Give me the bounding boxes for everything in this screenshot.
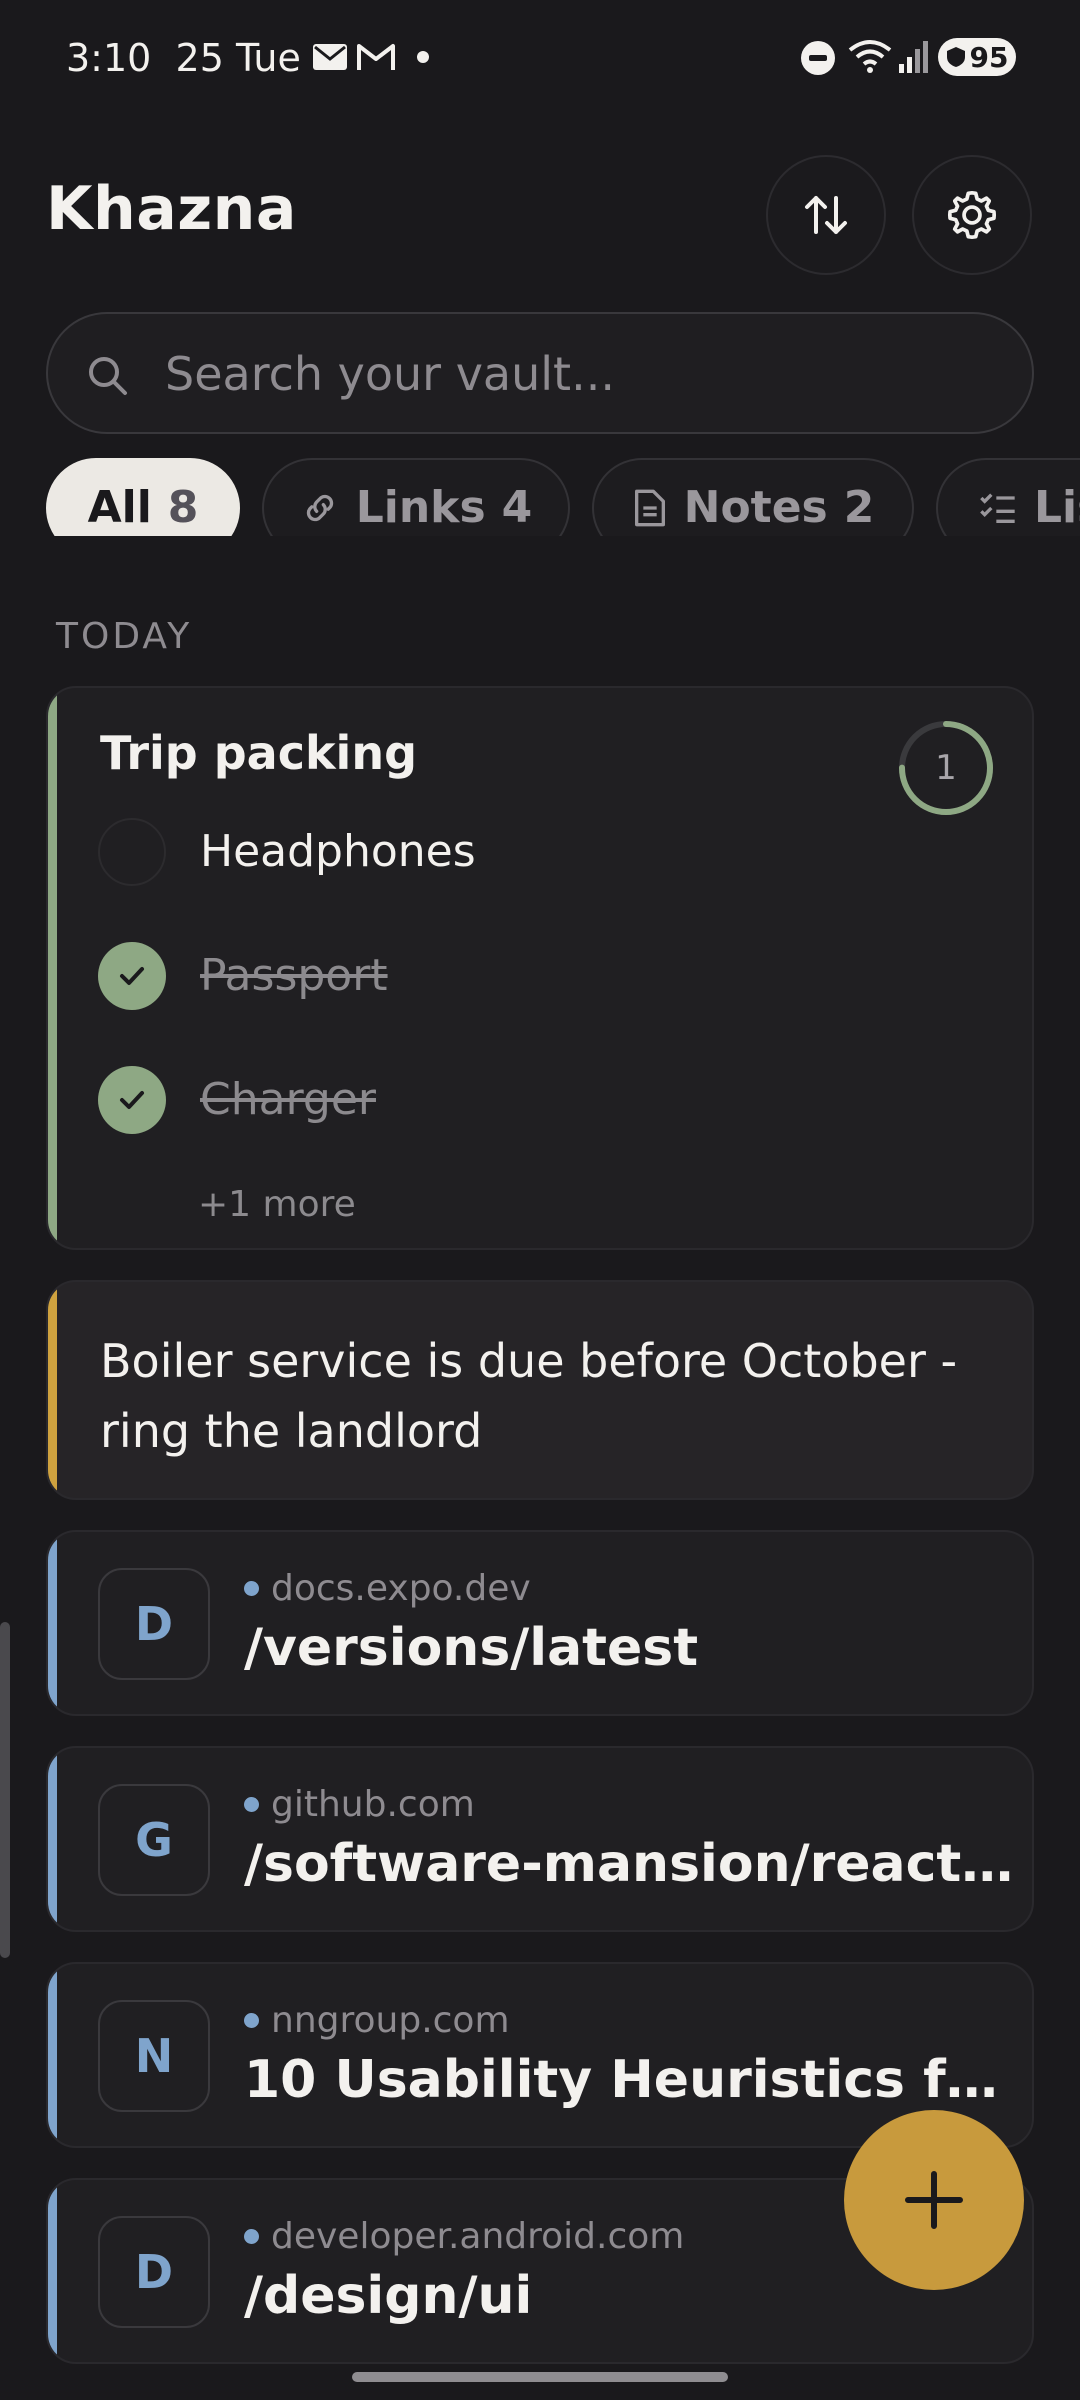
dot-icon [244, 2229, 259, 2244]
checklist-item[interactable]: Headphones [98, 818, 898, 888]
section-label-today: TODAY [56, 616, 193, 657]
filter-chip-links[interactable]: Links 4 [262, 458, 570, 536]
card-accent-bar [48, 2180, 57, 2362]
chip-label: Lists [1034, 482, 1080, 533]
checkbox-checked[interactable] [98, 942, 166, 1010]
page-title: Khazna [46, 174, 297, 244]
status-time: 3:10 25 Tue [66, 36, 301, 80]
scrollbar[interactable] [0, 1622, 10, 1958]
link-path: 10 Usability Heuristics for User Interfa… [244, 2050, 1014, 2110]
link-icon [306, 494, 333, 522]
item-label: Charger [200, 1074, 376, 1125]
card-accent-bar [48, 1282, 57, 1498]
plus-icon [905, 2171, 963, 2229]
more-items-link[interactable]: +1 more [198, 1184, 356, 1225]
link-card[interactable]: D docs.expo.dev /versions/latest [46, 1530, 1034, 1716]
chip-label: Links [355, 482, 486, 533]
site-avatar: D [98, 1568, 210, 1680]
battery-icon: 95 [938, 38, 1016, 76]
chip-label: All [87, 482, 152, 533]
note-card[interactable]: Boiler service is due before October - r… [46, 1280, 1034, 1500]
home-indicator[interactable] [352, 2372, 728, 2382]
checklist-card[interactable]: Trip packing 1 Headphones Passport Charg… [46, 686, 1034, 1250]
dnd-icon [801, 41, 835, 75]
chip-count: 4 [501, 482, 533, 533]
card-accent-bar [48, 1964, 57, 2146]
chip-count: 8 [167, 482, 199, 533]
signal-icon [899, 41, 928, 73]
shield-icon [946, 47, 965, 67]
link-card[interactable]: G github.com /software-mansion/react-nat… [46, 1746, 1034, 1932]
dot-icon [244, 1797, 259, 1812]
card-accent-bar [48, 1532, 57, 1714]
link-card[interactable]: N nngroup.com 10 Usability Heuristics fo… [46, 1962, 1034, 2148]
link-domain: developer.android.com [244, 2216, 684, 2257]
check-icon [120, 1091, 144, 1109]
filter-chip-lists[interactable]: Lists [936, 458, 1080, 536]
search-icon [89, 357, 127, 395]
note-icon [634, 489, 665, 527]
wifi-icon [848, 40, 892, 73]
link-domain: docs.expo.dev [244, 1568, 531, 1609]
checkbox-unchecked[interactable] [98, 818, 166, 886]
checklist-item[interactable]: Passport [98, 942, 898, 1012]
chip-label: Notes [683, 482, 828, 533]
site-avatar: D [98, 2216, 210, 2328]
settings-button[interactable] [912, 155, 1032, 275]
status-bar: 3:10 25 Tue 95 [0, 0, 1080, 120]
dot-icon [244, 1581, 259, 1596]
chip-count: 2 [843, 482, 875, 533]
filter-chip-all[interactable]: All 8 [46, 458, 240, 536]
item-label: Headphones [200, 826, 476, 877]
gmail-icon [357, 44, 395, 70]
add-item-button[interactable] [844, 2110, 1024, 2290]
card-accent-bar [48, 688, 57, 1248]
search-bar[interactable] [46, 312, 1034, 434]
filter-chips: All 8 Links 4 Notes 2 Lists [0, 458, 1080, 536]
note-text: Boiler service is due before October - r… [100, 1334, 958, 1458]
site-avatar: G [98, 1784, 210, 1896]
checklist-icon [980, 493, 1015, 523]
item-label: Passport [200, 950, 388, 1001]
filter-chip-notes[interactable]: Notes 2 [592, 458, 914, 536]
checkbox-checked[interactable] [98, 1066, 166, 1134]
card-accent-bar [48, 1748, 57, 1930]
sort-button[interactable] [766, 155, 886, 275]
site-avatar: N [98, 2000, 210, 2112]
battery-level: 95 [969, 40, 1009, 74]
check-icon [120, 967, 144, 985]
gear-icon [947, 190, 997, 240]
link-path: /versions/latest [244, 1618, 699, 1678]
link-domain: github.com [244, 1784, 475, 1825]
link-domain: nngroup.com [244, 2000, 510, 2041]
checklist-item[interactable]: Charger [98, 1066, 898, 1136]
progress-ring: 1 [898, 720, 994, 816]
search-input[interactable] [163, 338, 987, 410]
dot-icon [244, 2013, 259, 2028]
remaining-count: 1 [935, 748, 957, 788]
mail-icon [313, 44, 347, 70]
dot-icon [417, 51, 429, 63]
link-path: /software-mansion/react-native-reanimate… [244, 1834, 1014, 1894]
sort-icon [805, 196, 847, 234]
card-title: Trip packing [100, 726, 417, 780]
